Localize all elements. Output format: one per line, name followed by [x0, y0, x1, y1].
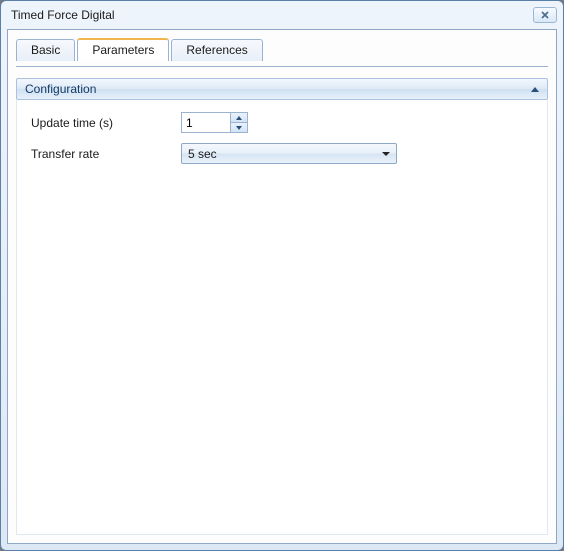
close-icon — [541, 8, 549, 22]
tab-basic[interactable]: Basic — [16, 39, 75, 61]
update-time-stepper[interactable] — [181, 112, 248, 133]
dialog-window: Timed Force Digital Basic Parameters Ref… — [0, 0, 564, 551]
update-time-label: Update time (s) — [31, 116, 181, 130]
chevron-down-icon — [382, 152, 390, 156]
tab-parameters[interactable]: Parameters — [77, 38, 169, 61]
chevron-up-icon — [236, 116, 242, 120]
row-update-time: Update time (s) — [31, 112, 533, 133]
spin-down-button[interactable] — [231, 123, 247, 132]
window-title: Timed Force Digital — [11, 8, 533, 22]
section-configuration: Configuration Update time (s) Transfe — [16, 78, 548, 535]
section-body: Update time (s) Transfer rate 5 sec — [16, 100, 548, 535]
row-transfer-rate: Transfer rate 5 sec — [31, 143, 533, 164]
titlebar: Timed Force Digital — [1, 1, 563, 29]
chevron-down-icon — [236, 126, 242, 130]
tab-underline — [16, 66, 548, 67]
update-time-input[interactable] — [182, 113, 230, 132]
collapse-icon — [531, 87, 539, 92]
tab-references[interactable]: References — [171, 39, 262, 61]
transfer-rate-label: Transfer rate — [31, 147, 181, 161]
tabstrip: Basic Parameters References — [8, 30, 556, 60]
close-button[interactable] — [533, 7, 557, 23]
client-area: Basic Parameters References Configuratio… — [7, 29, 557, 544]
section-header[interactable]: Configuration — [16, 78, 548, 100]
section-title: Configuration — [25, 82, 96, 96]
spin-up-button[interactable] — [231, 113, 247, 123]
dropdown-button[interactable] — [377, 144, 394, 163]
transfer-rate-select[interactable]: 5 sec — [181, 143, 397, 164]
spinner — [230, 113, 247, 132]
transfer-rate-value: 5 sec — [188, 147, 217, 161]
